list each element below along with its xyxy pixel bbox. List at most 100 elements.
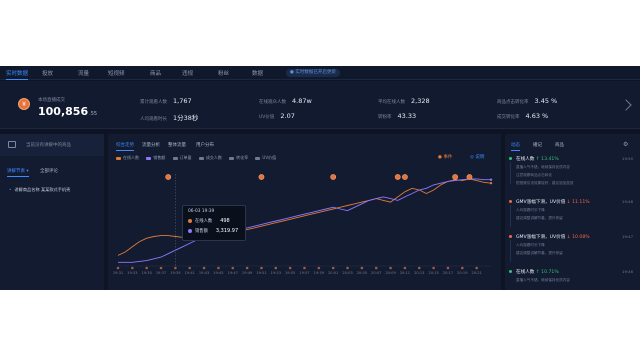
gmv-value: 100,856.55 [38,105,97,118]
x-axis-event-dot [475,266,478,270]
x-tick-label: 20:19 [457,271,468,275]
legend-item[interactable]: 订单量 [167,155,192,160]
tab-products[interactable]: 商品 [555,142,564,148]
insight-item[interactable]: GMV涨幅下滑，UV价值 ↓ 11.11% 19:48 人均观看时长下降 建议调… [509,199,635,227]
kpi-label: UV价值 [259,115,275,120]
x-axis-event-dot [389,266,392,270]
product-icon [8,141,16,148]
kpi-cell: 平均在线人数 2,328 [378,97,430,105]
x-tick-label: 20:21 [471,271,481,275]
nav-tab-short-video[interactable]: 短视频 [108,69,125,77]
x-axis-event-dot [432,266,435,270]
x-tick-label: 19:43 [199,271,209,275]
tab-user-distribution[interactable]: 用户分布 [196,142,214,148]
legend-item[interactable]: UV价值 [249,155,276,160]
tab-overall-trend[interactable]: 综合走势 [116,142,134,151]
tooltip-row: 在线人数 498 [188,218,240,224]
x-axis-event-dot [417,266,421,270]
x-axis-event-dot [331,266,335,270]
tooltip-label: 在线人数 [195,219,213,224]
x-axis-event-dot [303,266,306,270]
x-tick-label: 19:41 [185,271,195,275]
tab-explain-rhythm[interactable]: 讲解节奏 ▾ [7,168,29,177]
x-tick-label: 20:13 [414,271,424,275]
legend-item[interactable]: 转化率 [223,155,248,160]
gear-icon[interactable]: ⚙ [623,141,628,148]
x-tick-label: 19:57 [299,271,309,275]
tab-traffic-analysis[interactable]: 流量分析 [142,142,160,148]
kpi-value: 1,767 [173,97,192,105]
x-axis-event-dot [202,266,206,270]
kpi-label: 在线观众人数 [259,100,286,105]
insight-item[interactable]: 在线人数 ↑ 10.71% 19:46 直播人气不错，继续保持优质内容 [509,269,635,283]
series-line [118,178,491,263]
x-tick-label: 20:05 [357,271,367,275]
list-item[interactable]: • 讲解商品名称 某某款式手机壳 [9,187,70,193]
product-panel: 当前没有讲解中的商品 讲解节奏 ▾ 全部评论 • 讲解商品名称 某某款式手机壳 [0,134,104,290]
x-tick-label: 19:45 [213,271,223,275]
kpi-value: 43.33 [397,112,417,120]
x-tick-label: 20:17 [443,271,453,275]
no-product-text: 当前没有讲解中的商品 [26,143,71,148]
streamer-avatar[interactable]: ¥ [18,98,30,110]
x-axis-event-dot [174,266,177,270]
legend-label: 成交人数 [205,155,222,160]
tab-all-comments[interactable]: 全部评论 [40,168,58,174]
top-nav: 实时数据 投放 流量 短视频 商品 违规 粉丝 数据 ● 实时数据已开启更新 [0,66,640,80]
legend-item[interactable]: 在线人数 [116,155,139,160]
x-tick-label: 19:39 [170,271,181,275]
event-marker-icon [165,174,172,180]
nav-tab-violations[interactable]: 违规 [182,69,193,77]
kpi-label: 平均在线人数 [378,100,405,105]
insight-item[interactable]: GMV涨幅下滑，UV价值 ↓ 10.08% 19:47 人均观看时长下降 建议调… [509,234,635,262]
insight-item[interactable]: 在线人数 ↑ 13.41% 19:50 直播人气不错，继续保持优质内容 注意观察… [509,156,635,186]
nav-tab-products[interactable]: 商品 [150,69,161,77]
legend-item[interactable]: 成交人数 [193,155,222,160]
legend-item[interactable]: 销售额 [140,155,165,160]
trend-chart[interactable]: 19:31 19:33 19:35 19:37 19:39 19:41 19:43 19:45… [108,164,501,290]
chart-legend: 在线人数 销售额 订单量 成交人数 转化率 UV价值 [116,155,276,161]
nav-tab-realtime[interactable]: 实时数据 [6,69,29,80]
status-dot [509,157,512,160]
tooltip-value: 498 [220,218,230,224]
x-axis-event-dot [461,266,464,270]
live-dashboard: 实时数据 投放 流量 短视频 商品 违规 粉丝 数据 ● 实时数据已开启更新 ¥… [0,66,640,290]
events-toggle[interactable]: ● 事件 [438,154,452,160]
bullet-icon: • [9,187,12,192]
nav-tab-ads[interactable]: 投放 [42,69,53,77]
help-link[interactable]: ◎ 说明 [470,154,484,160]
kpi-cell: 累计观看人数 1,767 [140,97,192,105]
x-axis-event-dot [403,266,407,270]
nav-tab-traffic[interactable]: 流量 [78,69,89,77]
gmv-label: 本场直播成交 [38,98,65,103]
kpi-label: 累计观看人数 [140,100,167,105]
tab-overall-traffic[interactable]: 整体流量 [168,142,186,148]
x-tick-label: 20:07 [371,271,381,275]
status-dot [509,200,512,203]
nav-tab-data[interactable]: 数据 [252,69,263,77]
x-axis-event-dot [288,266,292,270]
legend-swatch [116,156,121,160]
x-tick-label: 20:09 [385,271,396,275]
nav-tab-fans[interactable]: 粉丝 [218,69,229,77]
timeline-line [510,240,511,262]
insight-delta: ↑ 10.71% [535,270,559,275]
x-tick-label: 19:33 [127,271,137,275]
insight-time: 19:50 [622,156,633,161]
tab-dynamics[interactable]: 动态 [511,142,520,151]
tooltip-label: 销售额 [195,229,208,234]
kpi-value: 3.45 % [534,97,558,105]
x-axis-event-dot [374,266,378,270]
event-marker-icon [330,174,337,180]
series-point [489,178,493,181]
tab-broadcast-notes[interactable]: 播记 [533,142,542,148]
x-axis-event-dot [159,266,163,270]
kpi-value: 1分38秒 [173,114,199,122]
legend-label: 转化率 [236,155,249,160]
kpi-strip: ¥ 本场直播成交 100,856.55 累计观看人数 1,767 人均观看时长 1分… [0,81,640,138]
legend-label: 订单量 [179,155,192,160]
insight-detail: 人均观看时长下降 [516,243,545,247]
x-axis-event-dot [145,266,148,270]
chevron-right-icon[interactable] [620,99,632,111]
insight-time: 19:47 [622,234,633,239]
